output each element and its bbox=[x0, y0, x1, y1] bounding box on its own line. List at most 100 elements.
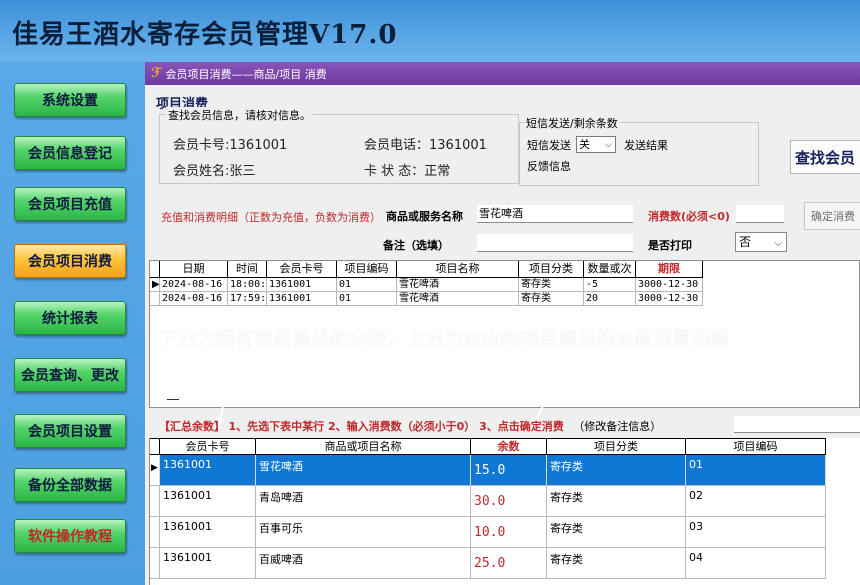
minus-icon bbox=[167, 399, 179, 400]
table-cell: 10.0 bbox=[471, 517, 547, 547]
table-cell: 17:59:35 bbox=[230, 292, 267, 305]
sidebar-item-statistics[interactable]: 统计报表 bbox=[14, 301, 126, 335]
member-phone: 会员电话：1361001 bbox=[364, 138, 487, 153]
table-cell: 寄存类 bbox=[519, 292, 584, 305]
table-row[interactable]: 1361001 青岛啤酒 30.0 寄存类 02 bbox=[150, 486, 826, 517]
summary-instructions: 1、先选下表中某行 2、输入消费数（必须小于0） 3、点击确定消费 bbox=[228, 420, 564, 433]
table-cell: 30.0 bbox=[471, 486, 547, 516]
sidebar-item-member-consume[interactable]: 会员项目消费 bbox=[14, 244, 126, 278]
chevron-down-icon: ⌵ bbox=[774, 238, 782, 249]
row-indicator-blank bbox=[150, 486, 160, 516]
sms-feedback-label: 反馈信息 bbox=[527, 160, 571, 173]
table-cell: 寄存类 bbox=[547, 455, 686, 485]
sidebar-item-member-recharge[interactable]: 会员项目充值 bbox=[14, 187, 126, 221]
sms-send-value: 关 bbox=[579, 138, 590, 151]
table-cell: 雪花啤酒 bbox=[397, 292, 519, 305]
table-cell: 寄存类 bbox=[547, 517, 686, 547]
row-indicator-icon: ▶ bbox=[152, 278, 160, 291]
balance-table[interactable]: 会员卡号 商品或项目名称 余数 项目分类 项目编码 ▶ 1361001 雪花啤酒… bbox=[149, 438, 860, 585]
member-name: 会员姓名:张三 bbox=[173, 164, 256, 179]
table-cell: 15.0 bbox=[471, 455, 547, 485]
member-info-group: 查找会员信息，请核对信息。 会员卡号:1361001 会员电话：1361001 … bbox=[159, 107, 519, 184]
row-indicator-blank bbox=[150, 292, 160, 305]
note-edit-input[interactable] bbox=[734, 416, 860, 433]
sms-result-label: 发送结果 bbox=[624, 139, 668, 152]
print-label: 是否打印 bbox=[648, 239, 692, 252]
table-cell: 百威啤酒 bbox=[256, 548, 471, 578]
column-header[interactable]: 项目分类 bbox=[547, 439, 686, 454]
member-card-no: 会员卡号:1361001 bbox=[173, 138, 288, 153]
detail-table-header: 日期 时间 会员卡号 项目编码 项目名称 项目分类 数量或次 期限 bbox=[150, 261, 703, 278]
table-row[interactable]: ▶ 2024-08-16 18:00:10 1361001 01 雪花啤酒 寄存… bbox=[150, 278, 703, 292]
table-cell: 1361001 bbox=[160, 548, 256, 578]
confirm-consume-button[interactable]: 确定消费 bbox=[804, 202, 860, 230]
table-cell: 1361001 bbox=[160, 517, 256, 547]
column-header[interactable]: 数量或次 bbox=[584, 261, 636, 277]
table-cell: 02 bbox=[686, 486, 826, 516]
product-input[interactable]: 雪花啤酒 bbox=[477, 205, 633, 223]
table-cell: 1361001 bbox=[160, 455, 256, 485]
table-cell: 03 bbox=[686, 517, 826, 547]
column-header[interactable]: 余数 bbox=[471, 439, 547, 454]
row-indicator-blank bbox=[150, 517, 160, 547]
app-header: 佳易王酒水寄存会员管理V17.0 bbox=[0, 0, 860, 62]
print-value: 否 bbox=[739, 235, 752, 249]
table-cell: 2024-08-16 bbox=[160, 278, 228, 291]
app-title: 佳易王酒水寄存会员管理V17.0 bbox=[12, 20, 398, 50]
sidebar: 系统设置 会员信息登记 会员项目充值 会员项目消费 统计报表 会员查询、更改 会… bbox=[0, 62, 145, 585]
main-panel: ℱ 会员项目消费——商品/项目 消费 项目消费 查找会员信息，请核对信息。 会员… bbox=[145, 62, 860, 585]
app-logo-icon: ℱ bbox=[151, 66, 162, 81]
sms-send-label: 短信发送 bbox=[527, 139, 571, 152]
sidebar-item-member-query[interactable]: 会员查询、更改 bbox=[14, 358, 126, 392]
column-header[interactable]: 会员卡号 bbox=[160, 439, 256, 454]
column-header[interactable]: 项目名称 bbox=[397, 261, 519, 277]
table-cell: 3000-12-30 bbox=[636, 278, 703, 291]
member-info-legend: 查找会员信息，请核对信息。 bbox=[166, 107, 313, 123]
table-cell: 百事可乐 bbox=[256, 517, 471, 547]
table-cell: 寄存类 bbox=[519, 278, 584, 291]
table-cell: 18:00:10 bbox=[230, 278, 267, 291]
column-header[interactable]: 时间 bbox=[228, 261, 267, 277]
table-row[interactable]: ▶ 1361001 雪花啤酒 15.0 寄存类 01 bbox=[150, 455, 826, 486]
member-status: 卡 状 态：正常 bbox=[364, 164, 451, 179]
consume-label: 消费数(必须<0) bbox=[648, 210, 730, 223]
note-input[interactable] bbox=[477, 234, 633, 252]
summary-bracket: 【汇总余数】 bbox=[159, 420, 225, 433]
table-cell: 3000-12-30 bbox=[636, 292, 703, 305]
table-cell: -5 bbox=[584, 278, 636, 291]
print-select[interactable]: 否 ⌵ bbox=[735, 232, 787, 252]
sms-legend: 短信发送/剩余条数 bbox=[524, 115, 620, 131]
summary-line: 【汇总余数】 1、先选下表中某行 2、输入消费数（必须小于0） 3、点击确定消费… bbox=[159, 418, 661, 434]
table-cell: 01 bbox=[337, 292, 397, 305]
sms-group: 短信发送/剩余条数 短信发送 关 ⌵ 发送结果 反馈信息 bbox=[519, 115, 759, 186]
sidebar-item-member-register[interactable]: 会员信息登记 bbox=[14, 136, 126, 170]
row-indicator-blank bbox=[150, 548, 160, 578]
column-header[interactable]: 项目分类 bbox=[519, 261, 584, 277]
column-header[interactable]: 期限 bbox=[636, 261, 703, 277]
balance-table-header: 会员卡号 商品或项目名称 余数 项目分类 项目编码 bbox=[150, 438, 826, 455]
find-member-button[interactable]: 查找会员 bbox=[790, 140, 860, 174]
column-header[interactable]: 日期 bbox=[160, 261, 228, 277]
table-cell: 1361001 bbox=[267, 278, 337, 291]
sidebar-item-system-settings[interactable]: 系统设置 bbox=[14, 83, 126, 117]
sidebar-item-backup[interactable]: 备份全部数据 bbox=[14, 468, 126, 502]
column-header[interactable]: 项目编码 bbox=[337, 261, 397, 277]
table-cell: 寄存类 bbox=[547, 548, 686, 578]
column-header[interactable]: 项目编码 bbox=[686, 439, 826, 454]
table-cell: 25.0 bbox=[471, 548, 547, 578]
chevron-down-icon: ⌵ bbox=[605, 140, 612, 150]
row-indicator-icon: ▶ bbox=[150, 455, 160, 485]
table-cell: 1361001 bbox=[160, 486, 256, 516]
table-row[interactable]: 1361001 百威啤酒 25.0 寄存类 04 bbox=[150, 548, 826, 579]
detail-label: 充值和消费明细（正数为充值，负数为消费） bbox=[161, 211, 381, 224]
table-row[interactable]: 1361001 百事可乐 10.0 寄存类 03 bbox=[150, 517, 826, 548]
sms-send-select[interactable]: 关 ⌵ bbox=[576, 136, 616, 153]
sidebar-item-tutorial[interactable]: 软件操作教程 bbox=[14, 519, 126, 553]
consume-input[interactable] bbox=[736, 205, 784, 223]
table-row[interactable]: 2024-08-16 17:59:35 1361001 01 雪花啤酒 寄存类 … bbox=[150, 292, 703, 306]
column-header[interactable]: 会员卡号 bbox=[267, 261, 337, 277]
column-header[interactable]: 商品或项目名称 bbox=[256, 439, 471, 454]
table-cell: 1361001 bbox=[267, 292, 337, 305]
table-cell: 04 bbox=[686, 548, 826, 578]
sidebar-item-project-settings[interactable]: 会员项目设置 bbox=[14, 414, 126, 448]
